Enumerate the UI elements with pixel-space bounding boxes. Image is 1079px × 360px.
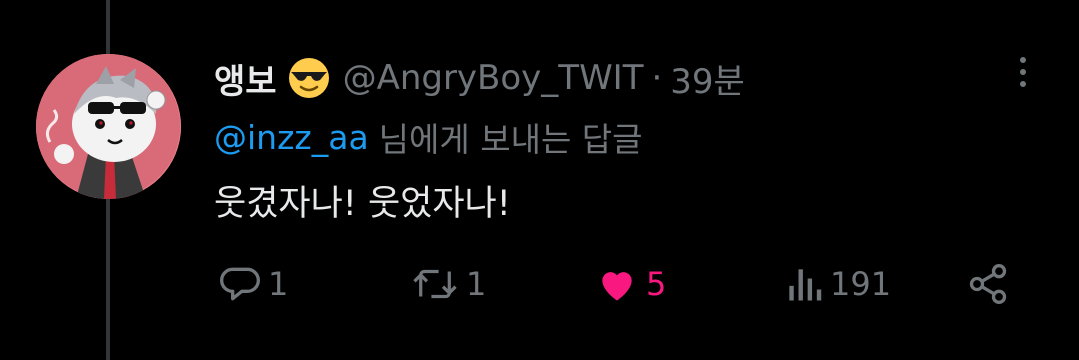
views-icon [789, 269, 822, 301]
tweet-header: 앵보 @AngryBoy_TWIT · 39분 [214, 52, 745, 104]
tweet-actions-bar: 1 1 5 191 [214, 254, 1034, 314]
like-button[interactable]: 5 [594, 254, 666, 314]
avatar[interactable] [36, 54, 181, 199]
views-button[interactable]: 191 [784, 254, 891, 314]
reply-icon [220, 267, 260, 301]
retweet-count: 1 [466, 265, 487, 303]
reply-suffix-text: 님에게 보내는 답글 [378, 120, 643, 159]
tweet-text: 웃겼자나! 웃었자나! [214, 183, 511, 224]
like-count: 5 [646, 265, 667, 303]
reply-mention-link[interactable]: @inzz_aa [214, 118, 369, 157]
separator-dot: · [651, 58, 663, 98]
more-dots-icon[interactable] [1008, 52, 1038, 92]
timestamp[interactable]: 39분 [670, 54, 745, 103]
share-button[interactable] [966, 254, 1010, 314]
reply-button[interactable]: 1 [218, 254, 288, 314]
reply-count: 1 [268, 265, 289, 303]
sunglasses-emoji-icon [287, 56, 331, 100]
heart-icon [602, 272, 632, 301]
replying-to-line: @inzz_aa 님에게 보내는 답글 [214, 112, 643, 162]
share-icon [969, 264, 1007, 304]
display-name[interactable]: 앵보 [214, 54, 277, 103]
retweet-icon [413, 269, 457, 299]
views-count: 191 [830, 265, 892, 303]
retweet-button[interactable]: 1 [410, 254, 486, 314]
user-handle[interactable]: @AngryBoy_TWIT [343, 58, 644, 98]
avatar-image [36, 54, 181, 199]
